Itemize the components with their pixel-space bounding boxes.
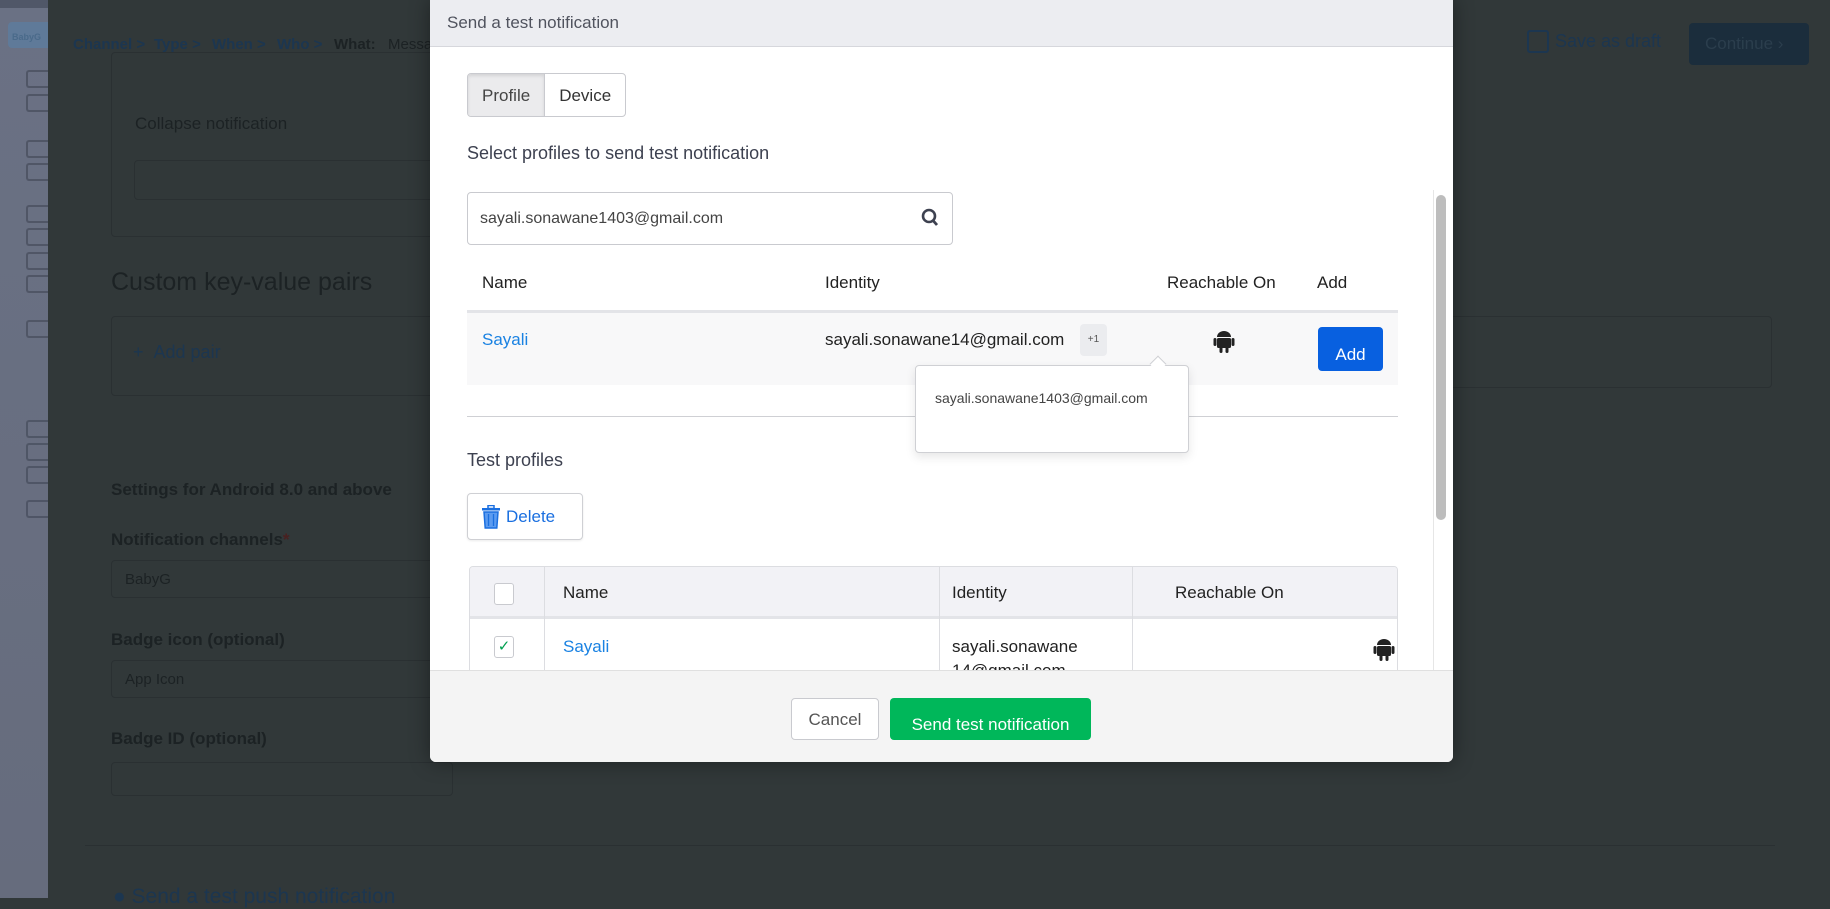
profile-name-link[interactable]: Sayali xyxy=(482,330,528,350)
header-identity: Identity xyxy=(952,583,1007,602)
users-icon[interactable] xyxy=(26,163,48,181)
collapse-card xyxy=(111,52,441,237)
collapse-label: Collapse notification xyxy=(135,114,288,133)
trash-icon xyxy=(482,504,500,529)
add-pair-button[interactable]: + Add pair xyxy=(133,342,221,363)
add-profile-button[interactable]: Add xyxy=(1318,327,1383,371)
select-all-checkbox[interactable] xyxy=(494,583,514,605)
badge-id-input[interactable] xyxy=(111,762,453,796)
cancel-button[interactable]: Cancel xyxy=(791,698,879,740)
breadcrumb-when[interactable]: When > xyxy=(212,36,266,53)
kv-title: Custom key-value pairs xyxy=(111,268,373,296)
tab-device[interactable]: Device xyxy=(545,74,625,116)
test-profile-name-link[interactable]: Sayali xyxy=(563,637,609,657)
collapse-input[interactable] xyxy=(134,160,434,200)
results-header-identity: Identity xyxy=(825,273,880,292)
tab-group: Profile Device xyxy=(467,73,627,117)
settings-icon[interactable] xyxy=(26,420,48,438)
row-checkbox-checked[interactable]: ✓ xyxy=(494,636,514,658)
test-notification-modal: Send a test notification Profile Device … xyxy=(430,0,1453,762)
header-name: Name xyxy=(563,583,609,602)
badge-icon-label: Badge icon (optional) xyxy=(111,630,285,649)
identity-tooltip: sayali.sonawane1403@gmail.com xyxy=(915,365,1189,453)
channels-label: Notification channels* xyxy=(111,530,290,549)
scrollbar-thumb[interactable] xyxy=(1436,195,1446,520)
messages-icon[interactable] xyxy=(26,205,48,223)
delete-button[interactable]: Delete xyxy=(467,493,583,540)
section-divider xyxy=(85,845,1775,846)
save-draft-button[interactable]: Save as draft xyxy=(1527,30,1661,53)
app-logo[interactable]: BabyG xyxy=(8,22,48,48)
floppy-icon xyxy=(1527,30,1549,53)
android-icon xyxy=(1213,331,1235,353)
kv-box-right xyxy=(1440,316,1772,388)
campaigns-icon[interactable] xyxy=(26,252,48,270)
select-profiles-title: Select profiles to send test notificatio… xyxy=(467,143,770,163)
bookmark-icon[interactable] xyxy=(26,443,48,461)
breadcrumb-what-label: What: xyxy=(334,36,376,53)
send-push-link[interactable]: ● Send a test push notification xyxy=(113,885,395,909)
analytics-icon[interactable] xyxy=(26,140,48,158)
breadcrumb-what-value: Messa xyxy=(388,36,430,53)
breadcrumb-channel[interactable]: Channel > xyxy=(73,36,145,53)
results-header-reachable: Reachable On xyxy=(1167,273,1276,292)
channels-select[interactable]: BabyG xyxy=(111,560,451,598)
alert-icon[interactable] xyxy=(26,466,48,484)
tab-profile[interactable]: Profile xyxy=(468,74,546,116)
send-test-notification-button[interactable]: Send test notification xyxy=(890,698,1091,740)
badge-icon-select[interactable]: App Icon xyxy=(111,660,451,698)
header-reachable: Reachable On xyxy=(1175,583,1284,602)
results-header-name: Name xyxy=(482,273,528,292)
android-icon xyxy=(1373,639,1395,661)
sidebar-top xyxy=(0,0,48,8)
support-icon[interactable] xyxy=(26,275,48,293)
modal-title: Send a test notification xyxy=(430,0,1453,47)
more-identities-badge[interactable]: +1 xyxy=(1080,324,1107,356)
android-settings-title: Settings for Android 8.0 and above xyxy=(111,480,392,499)
catalog-icon[interactable] xyxy=(26,320,48,338)
test-profiles-title: Test profiles xyxy=(467,450,564,470)
results-header-add: Add xyxy=(1317,273,1348,292)
breadcrumb-who[interactable]: Who > xyxy=(277,36,322,53)
search-icon[interactable] xyxy=(921,208,939,228)
profile-search-input[interactable] xyxy=(467,192,953,245)
journeys-icon[interactable] xyxy=(26,228,48,246)
continue-button[interactable]: Continue › xyxy=(1689,23,1809,65)
badge-id-label: Badge ID (optional) xyxy=(111,729,267,748)
profile-identity: sayali.sonawane14@gmail.com xyxy=(825,330,1065,349)
test-profile-identity-line1: sayali.sonawane xyxy=(952,637,1078,656)
breadcrumb-type[interactable]: Type > xyxy=(154,36,201,53)
magnet-icon[interactable] xyxy=(26,94,48,112)
dashboard-icon[interactable] xyxy=(26,70,48,88)
modal-footer: Cancel Send test notification xyxy=(430,670,1453,762)
hierarchy-icon[interactable] xyxy=(26,500,48,518)
